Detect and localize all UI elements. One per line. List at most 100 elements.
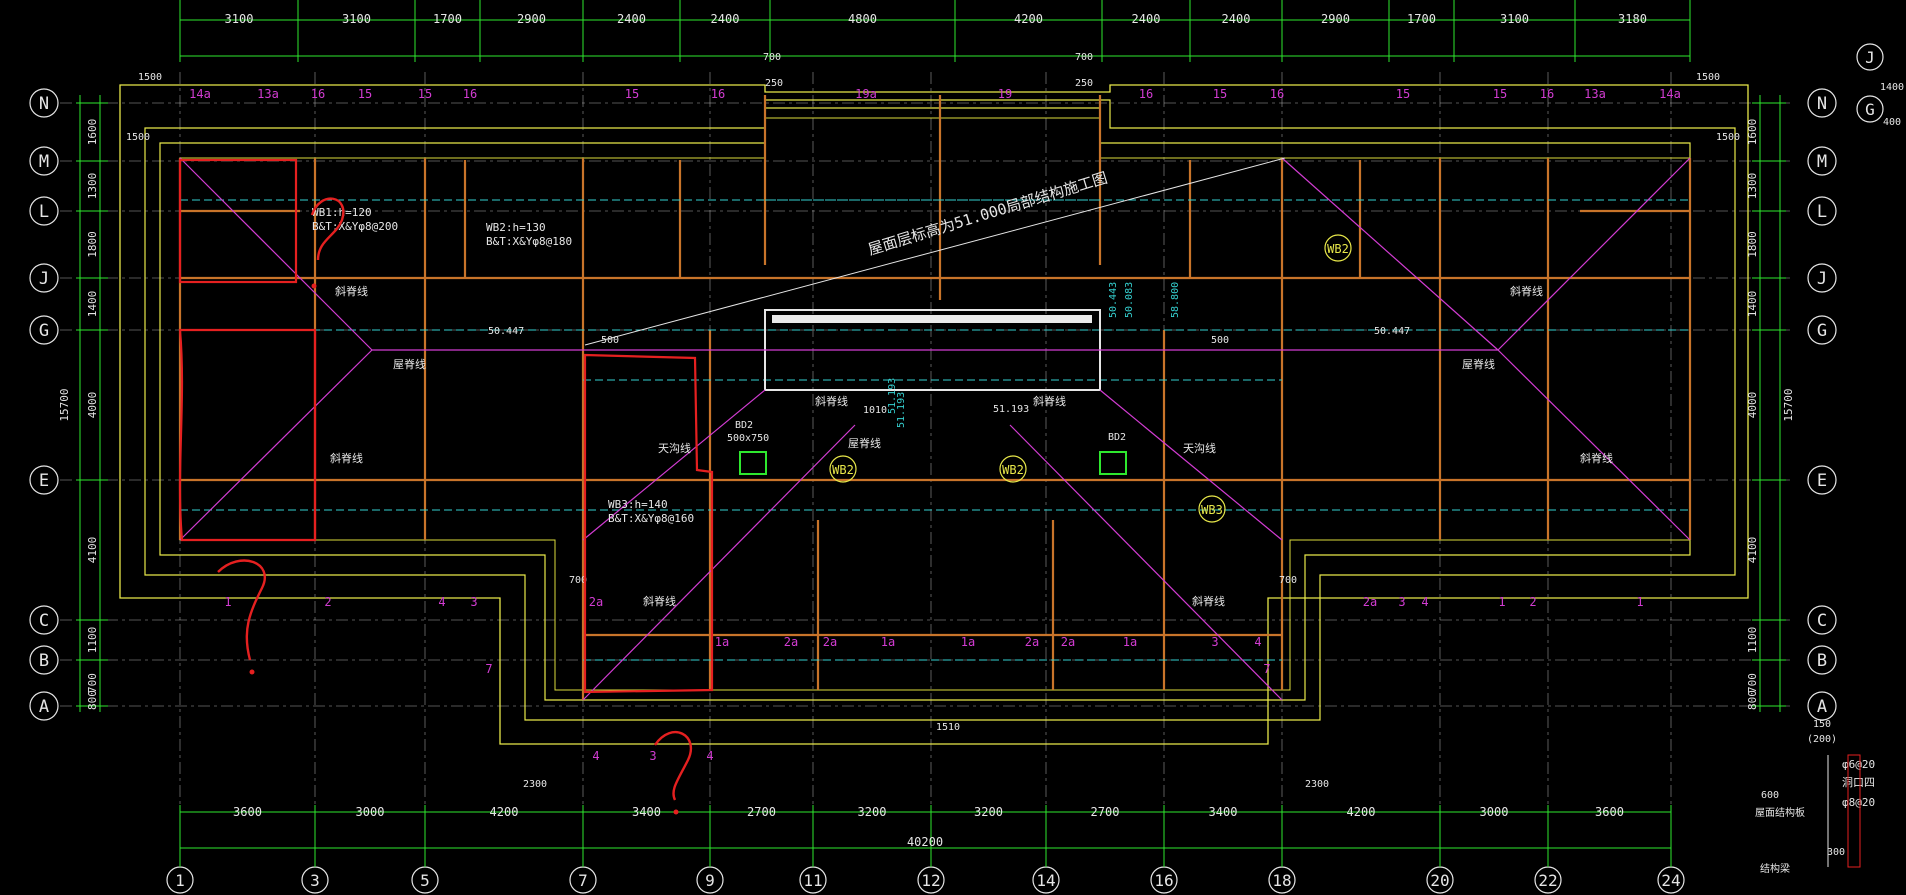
note-slope: 斜脊线 (335, 284, 368, 298)
ridge-line (1497, 157, 1691, 351)
beam-tag-top: 16 (1139, 87, 1153, 101)
small-dim-value: 1400 (1880, 82, 1904, 93)
beam-tag-bottom: 4 (592, 749, 599, 763)
slab-tag: WB2 (1327, 242, 1349, 256)
right-total-value: 15700 (1782, 388, 1795, 421)
beam-tag-bottom: 3 (649, 749, 656, 763)
small-dim-value: 1500 (1696, 72, 1720, 83)
axis-bubble-side-label: E (1817, 471, 1827, 491)
note-slope: 斜脊线 (1510, 284, 1543, 298)
axis-bubble-label: 5 (420, 871, 430, 890)
beam-tag-bottom: 1a (1123, 635, 1137, 649)
beam-tag-top: 19a (855, 87, 877, 101)
top-dim-value: 2900 (517, 12, 546, 26)
bd2-box (1099, 451, 1127, 475)
note-slope: 斜脊线 (643, 594, 676, 608)
left-dim-value: 700 (86, 673, 99, 693)
outer-outline (119, 84, 1749, 745)
right-dim-value: 1100 (1746, 627, 1759, 654)
beam-tag-top: 13a (1584, 87, 1606, 101)
beam-tag-top: 14a (189, 87, 211, 101)
top-dim-value: 4200 (1014, 12, 1043, 26)
top-dim-value: 3100 (342, 12, 371, 26)
axis-bubble-side-label: N (39, 94, 49, 114)
small-dim-value: 1500 (126, 132, 150, 143)
axis-bubble-side-label: A (39, 697, 49, 717)
note-valley: 天沟线 (1183, 441, 1216, 455)
axis-bubble-label: 16 (1154, 871, 1173, 890)
note-valley: 天沟线 (658, 441, 691, 455)
bottom-dim-value: 2700 (1091, 805, 1120, 819)
parapet-outline-2 (159, 107, 1691, 701)
total-dim-value: 40200 (907, 835, 943, 849)
elevation: 50.083 (1124, 282, 1135, 318)
small-dim-value: 700 (1279, 575, 1297, 586)
left-dim-value: 4000 (86, 392, 99, 419)
axis-bubble-extra-label: J (1865, 48, 1875, 67)
beam-tag-bottom: 2a (589, 595, 603, 609)
bottom-dim-value: 3400 (632, 805, 661, 819)
axis-bubble-extra-label: G (1865, 100, 1875, 119)
axis-bubble-side-label: M (1817, 152, 1827, 172)
right-dim-value: 4000 (1746, 392, 1759, 419)
elevation: 51.193 (887, 378, 898, 414)
beam-tag-top: 16 (463, 87, 477, 101)
beam-tag-bottom: 1a (715, 635, 729, 649)
dimension-lines: 3100 3100 1700 2900 2400 2400 4800 4200 2400 2400… (58, 0, 1904, 858)
beam-tag-bottom: 2a (1025, 635, 1039, 649)
beam-tag-bottom: 4 (438, 595, 445, 609)
bottom-dim-value: 3200 (974, 805, 1003, 819)
bd2-box (739, 451, 767, 475)
note-slope: 斜脊线 (330, 451, 363, 465)
small-dim-value: 1500 (138, 72, 162, 83)
beam-tag-bottom: 4 (706, 749, 713, 763)
beam-tag-bottom: 3 (1398, 595, 1405, 609)
left-dim-value: 1800 (86, 231, 99, 258)
beam-tag-bottom: 1a (881, 635, 895, 649)
left-dim-value: 1100 (86, 627, 99, 654)
beam-tag-top: 15 (1493, 87, 1507, 101)
bottom-dim-value: 3600 (1595, 805, 1624, 819)
slab-tag: WB2 (1002, 463, 1024, 477)
right-dim-value: 1300 (1746, 173, 1759, 200)
axis-bubble-side-label: L (39, 202, 49, 222)
beam-tag-top: 13a (257, 87, 279, 101)
small-dim-value: 250 (1075, 78, 1093, 89)
axis-bubble-side-label: G (39, 321, 49, 341)
small-dim-value: 1010 (863, 405, 887, 416)
beam-tag-bottom: 1 (224, 595, 231, 609)
beam-tag-bottom: 2a (823, 635, 837, 649)
wall-outline (119, 84, 1749, 745)
detail-section (1847, 754, 1861, 868)
small-dim-value: 150 (1813, 719, 1831, 730)
detail-note-3: φ8@20 (1842, 796, 1875, 809)
top-dim-value: 1700 (433, 12, 462, 26)
structural-plan-canvas: 1 3 5 7 9 11 12 14 16 18 20 22 24N NM ML LJ JG GE EC CB BA AJ… (29, 0, 1904, 894)
red-markup (178, 158, 714, 815)
markup-box-2 (178, 328, 317, 542)
left-dim-value: 800 (86, 690, 99, 710)
axis-bubble-side-label: G (1817, 321, 1827, 341)
bottom-dim-value: 2700 (747, 805, 776, 819)
note-slope: 斜脊线 (1580, 451, 1613, 465)
beam-tag-bottom: 2a (1363, 595, 1377, 609)
small-dim-value: 700 (763, 52, 781, 63)
axis-bubble-label: 14 (1036, 871, 1055, 890)
ridge-line (179, 349, 373, 541)
axis-bubble-side-label: B (1817, 651, 1827, 671)
slab-name: WB3:h=140 (608, 498, 668, 511)
question-dot-2 (249, 669, 255, 675)
note-ridge: 屋脊线 (393, 357, 426, 371)
beam-tag-top: 15 (625, 87, 639, 101)
beam-tag-bottom: 3 (1211, 635, 1218, 649)
beam-tag-top: 16 (711, 87, 725, 101)
elevation: 50.447 (488, 326, 524, 337)
axis-bubble-side-label: N (1817, 94, 1827, 114)
axis-grid: 1 3 5 7 9 11 12 14 16 18 20 22 24N NM ML LJ JG GE EC CB BA AJ… (29, 43, 1884, 894)
bottom-dim-value: 3600 (233, 805, 262, 819)
beam-tag-bottom: 1 (1636, 595, 1643, 609)
note-ridge: 屋脊线 (848, 436, 881, 450)
slab-tag: WB2 (832, 463, 854, 477)
top-dim-value: 3100 (1500, 12, 1529, 26)
small-dim-value: 700 (1075, 52, 1093, 63)
